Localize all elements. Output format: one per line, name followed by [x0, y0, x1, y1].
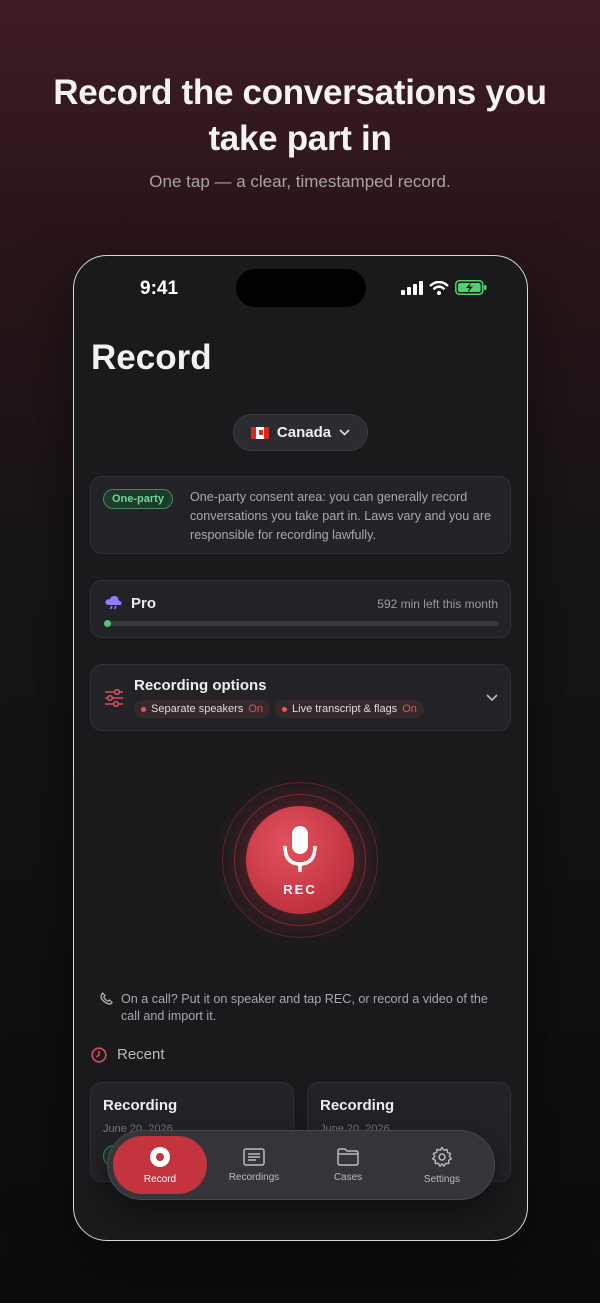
record-button[interactable]: REC — [246, 806, 354, 914]
consent-badge: One-party — [103, 489, 173, 509]
chip-state: On — [248, 703, 264, 715]
hero-title-line2: take part in — [208, 119, 392, 158]
wifi-icon — [429, 280, 449, 295]
hero-subtitle: One tap — a clear, timestamped record. — [149, 172, 451, 191]
plan-card[interactable]: Pro 592 min left this month — [90, 580, 511, 638]
hero-title: Record the conversations you take part i… — [0, 70, 600, 162]
status-icons — [401, 280, 487, 295]
tab-settings[interactable]: Settings — [395, 1136, 489, 1194]
chip-state: On — [402, 703, 417, 715]
option-chip: Live transcript & flags On — [275, 700, 424, 718]
tab-label: Settings — [423, 1173, 461, 1185]
tab-cases[interactable]: Cases — [301, 1136, 395, 1194]
country-label: Canada — [276, 424, 332, 441]
cloud-icon — [105, 595, 122, 610]
tab-label: Cases — [333, 1171, 363, 1183]
chip-label: Live transcript & flags — [292, 703, 398, 715]
status-time: 9:41 — [140, 278, 179, 299]
page-title: Record — [91, 338, 212, 377]
country-selector[interactable]: Canada — [233, 414, 368, 451]
option-chip: Separate speakers On — [134, 700, 271, 718]
phone-icon — [100, 992, 113, 1005]
usage-progress-fill — [104, 620, 111, 627]
call-tip: On a call? Put it on speaker and tap REC… — [100, 991, 510, 1025]
dynamic-island — [236, 269, 366, 307]
tab-record[interactable]: Record — [113, 1136, 207, 1194]
phone-frame: 9:41 Record Canada One-party One-party c… — [73, 255, 528, 1241]
chevron-down-icon — [339, 429, 350, 436]
microphone-icon — [283, 826, 317, 872]
tab-label: Record — [143, 1173, 177, 1185]
tab-label: Recordings — [228, 1171, 280, 1183]
signal-icon — [401, 280, 423, 295]
status-dot — [282, 706, 288, 712]
consent-card: One-party One-party consent area: you ca… — [90, 476, 511, 554]
consent-text: One-party consent area: you can generall… — [190, 490, 492, 542]
record-control: REC — [222, 782, 378, 942]
options-chips: Separate speakers On Live transcript & fl… — [134, 700, 424, 718]
recording-title: Recording — [320, 1097, 395, 1114]
clock-icon — [91, 1046, 107, 1063]
folder-icon — [337, 1147, 359, 1166]
tip-text: On a call? Put it on speaker and tap REC… — [121, 992, 488, 1023]
battery-charging-icon — [455, 280, 487, 295]
plan-remaining: 592 min left this month — [377, 597, 498, 611]
status-dot — [141, 706, 146, 712]
plan-name: Pro — [131, 595, 157, 612]
canada-flag-icon — [250, 426, 269, 439]
record-icon — [150, 1146, 170, 1167]
options-title: Recording options — [134, 677, 267, 694]
record-label: REC — [283, 882, 317, 897]
usage-progress-bar — [104, 620, 498, 627]
recording-title: Recording — [103, 1097, 178, 1114]
gear-icon — [431, 1146, 453, 1167]
tab-recordings[interactable]: Recordings — [207, 1136, 301, 1194]
list-icon — [243, 1147, 265, 1166]
recent-label: Recent — [117, 1046, 165, 1063]
tab-bar: Record Recordings Cases Settings — [107, 1130, 495, 1200]
chip-label: Separate speakers — [151, 703, 244, 715]
recording-options-card[interactable]: Recording options Separate speakers On Li… — [90, 664, 511, 731]
sliders-icon — [105, 689, 123, 707]
hero-title-line1: Record the conversations you — [53, 73, 547, 112]
chevron-down-icon — [486, 694, 498, 702]
recent-heading: Recent — [91, 1046, 165, 1063]
